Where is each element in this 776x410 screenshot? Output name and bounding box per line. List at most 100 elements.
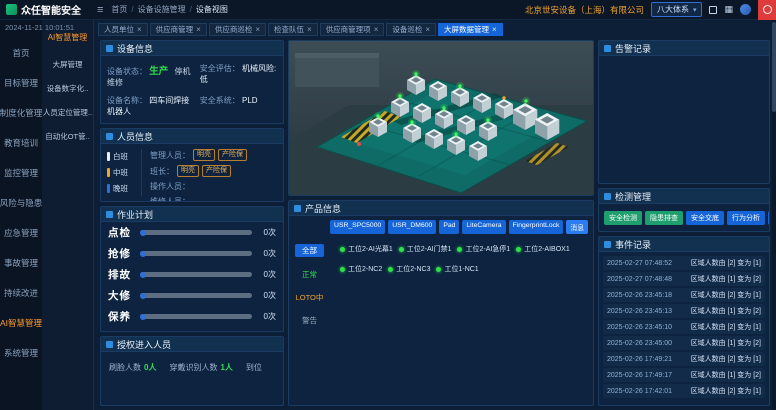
event-time: 2025-02-26 17:49:17: [607, 372, 672, 379]
filter-all[interactable]: 全部: [295, 244, 324, 257]
device-item[interactable]: 工位2-AI光幕1: [340, 244, 393, 254]
shift-night[interactable]: 晚班: [107, 183, 135, 194]
factory-3d-view[interactable]: [288, 40, 594, 196]
product-filters: 全部 正常 LOTO中 警告: [295, 244, 324, 326]
primary-sidebar: 首页 目标管理 制度化管理 教育培训 监控管理 风险与隐患 应急管理 事故管理 …: [0, 20, 42, 410]
scrollbar-thumb[interactable]: [772, 22, 776, 112]
safety-brief-button[interactable]: 安全交底: [686, 211, 724, 225]
device-btn-usr-spc5000[interactable]: USR_SPC5000: [330, 220, 385, 234]
breadcrumb: 首页 设备设施管理 设备视图: [111, 4, 227, 15]
tab-label: 供应商管理项: [326, 24, 371, 35]
close-tab-icon[interactable]: [196, 25, 201, 34]
shift-middle[interactable]: 中班: [107, 167, 135, 178]
tab-supplier-items[interactable]: 供应商管理项: [320, 23, 385, 36]
person-chip[interactable]: 明亮: [193, 149, 215, 161]
breadcrumb-home[interactable]: 首页: [111, 4, 133, 15]
plan-row: 点检 0次: [101, 222, 283, 243]
event-row: 2025-02-26 23:45:00区域人数由 [1] 变为 [2]: [603, 336, 765, 350]
apps-grid-icon[interactable]: ▦: [724, 5, 733, 14]
plan-label: 点检: [108, 225, 134, 240]
sidebar-item-accident[interactable]: 事故管理: [0, 248, 42, 278]
status-dot-icon: [399, 247, 404, 252]
tab-label: 供应商管理: [156, 24, 194, 35]
device-btn-fingerprintlock[interactable]: FingerprintLock: [509, 220, 564, 234]
message-button[interactable]: 消息: [566, 220, 588, 234]
tab-bigscreen-data[interactable]: 大屏数据管理: [438, 23, 503, 36]
sidebar-item-emergency[interactable]: 应急管理: [0, 218, 42, 248]
sidebar-item-ai-smart[interactable]: AI智慧管理: [0, 308, 42, 338]
device-item[interactable]: 工位2-AI急停1: [457, 244, 510, 254]
event-text: 区域人数由 [2] 变为 [1]: [691, 290, 761, 300]
device-btn-litecamera[interactable]: LiteCamera: [462, 220, 505, 234]
submenu-item-ot-auto[interactable]: 自动化OT管..: [42, 124, 93, 148]
panel-grid-icon: [604, 241, 611, 248]
safety-check-button[interactable]: 安全检测: [604, 211, 642, 225]
tab-check-team[interactable]: 检查队伍: [268, 23, 318, 36]
close-tab-icon[interactable]: [374, 25, 379, 34]
shift-day[interactable]: 白班: [107, 151, 135, 162]
status-dot-icon: [388, 267, 393, 272]
event-text: 区域人数由 [2] 变为 [1]: [691, 322, 761, 332]
hazard-check-button[interactable]: 隐患排查: [645, 211, 683, 225]
plan-row: 大修 0次: [101, 285, 283, 306]
page-scrollbar[interactable]: [772, 20, 776, 410]
device-item[interactable]: 工位2-AIBOX1: [516, 244, 570, 254]
plan-count: 0次: [258, 227, 276, 238]
sidebar-item-institution[interactable]: 制度化管理: [0, 98, 42, 128]
submenu-item-bigscreen[interactable]: 大屏管理: [42, 52, 93, 76]
personnel-row-manager: 管理人员： 明亮 产险保: [150, 149, 277, 161]
behavior-analysis-button[interactable]: 行为分析: [727, 211, 765, 225]
submenu-item-device-digital[interactable]: 设备数字化..: [42, 76, 93, 100]
status-dot-icon: [340, 267, 345, 272]
logout-button[interactable]: [758, 0, 776, 20]
submenu-item-person-location[interactable]: 人员定位管理..: [42, 100, 93, 124]
panel-alarm-records: 告警记录: [598, 40, 770, 184]
sidebar-item-home[interactable]: 首页: [0, 38, 42, 68]
filter-loto[interactable]: LOTO中: [296, 292, 324, 303]
close-tab-icon[interactable]: [492, 25, 497, 34]
person-chip[interactable]: 产险保: [218, 149, 247, 161]
filter-normal[interactable]: 正常: [302, 269, 317, 280]
product-device-grid: 工位2-AI光幕1 工位2-AI门禁1 工位2-AI急停1 工位2-AIBOX1…: [340, 244, 588, 274]
env-monitor-button[interactable]: 环境检测: [768, 211, 770, 225]
system-select[interactable]: 八大体系: [651, 2, 703, 17]
person-chip[interactable]: 明亮: [177, 165, 199, 177]
device-btn-usr-dm600[interactable]: USR_DM600: [388, 220, 436, 234]
device-item[interactable]: 工位2-AI门禁1: [399, 244, 452, 254]
tab-device-inspect[interactable]: 设备巡检: [386, 23, 436, 36]
event-time: 2025-02-26 23:45:00: [607, 340, 672, 347]
panel-title: 作业计划: [117, 208, 153, 221]
tab-supplier-inspect[interactable]: 供应商巡检: [209, 23, 266, 36]
device-label: 工位1-NC1: [444, 264, 478, 274]
breadcrumb-section[interactable]: 设备设施管理: [138, 4, 192, 15]
plan-count: 0次: [258, 248, 276, 259]
close-tab-icon[interactable]: [137, 25, 142, 34]
personnel-rows: 管理人员： 明亮 产险保 班长： 明亮 产险保 操作人员： 维修人员：: [141, 149, 277, 196]
filter-warning[interactable]: 警告: [302, 315, 317, 326]
topbar: 众任智能安全 ≡ 首页 设备设施管理 设备视图 北京世安设备（上海）有限公司 八…: [0, 0, 776, 20]
device-label: 工位2-NC3: [396, 264, 430, 274]
close-tab-icon[interactable]: [307, 25, 312, 34]
device-label: 工位2-NC2: [348, 264, 382, 274]
tab-supplier-mgmt[interactable]: 供应商管理: [150, 23, 207, 36]
device-btn-pad[interactable]: Pad: [439, 220, 459, 234]
sidebar-item-risk[interactable]: 风险与隐患: [0, 188, 42, 218]
app-logo-icon: [6, 4, 17, 15]
collapse-sidebar-icon[interactable]: ≡: [97, 4, 103, 16]
tab-personnel-unit[interactable]: 人员单位: [98, 23, 148, 36]
sidebar-item-education[interactable]: 教育培训: [0, 128, 42, 158]
close-tab-icon[interactable]: [425, 25, 430, 34]
close-tab-icon[interactable]: [255, 25, 260, 34]
field-label: 维修人员：: [150, 196, 190, 202]
device-item[interactable]: 工位2-NC3: [388, 264, 430, 274]
avatar[interactable]: [740, 4, 751, 15]
sidebar-item-improve[interactable]: 持续改进: [0, 278, 42, 308]
stat-label: 到位: [246, 362, 262, 373]
person-chip[interactable]: 产险保: [202, 165, 231, 177]
device-item[interactable]: 工位1-NC1: [436, 264, 478, 274]
sidebar-item-system[interactable]: 系统管理: [0, 338, 42, 368]
sidebar-item-monitor[interactable]: 监控管理: [0, 158, 42, 188]
sidebar-item-target[interactable]: 目标管理: [0, 68, 42, 98]
fullscreen-icon[interactable]: [709, 6, 717, 14]
device-item[interactable]: 工位2-NC2: [340, 264, 382, 274]
